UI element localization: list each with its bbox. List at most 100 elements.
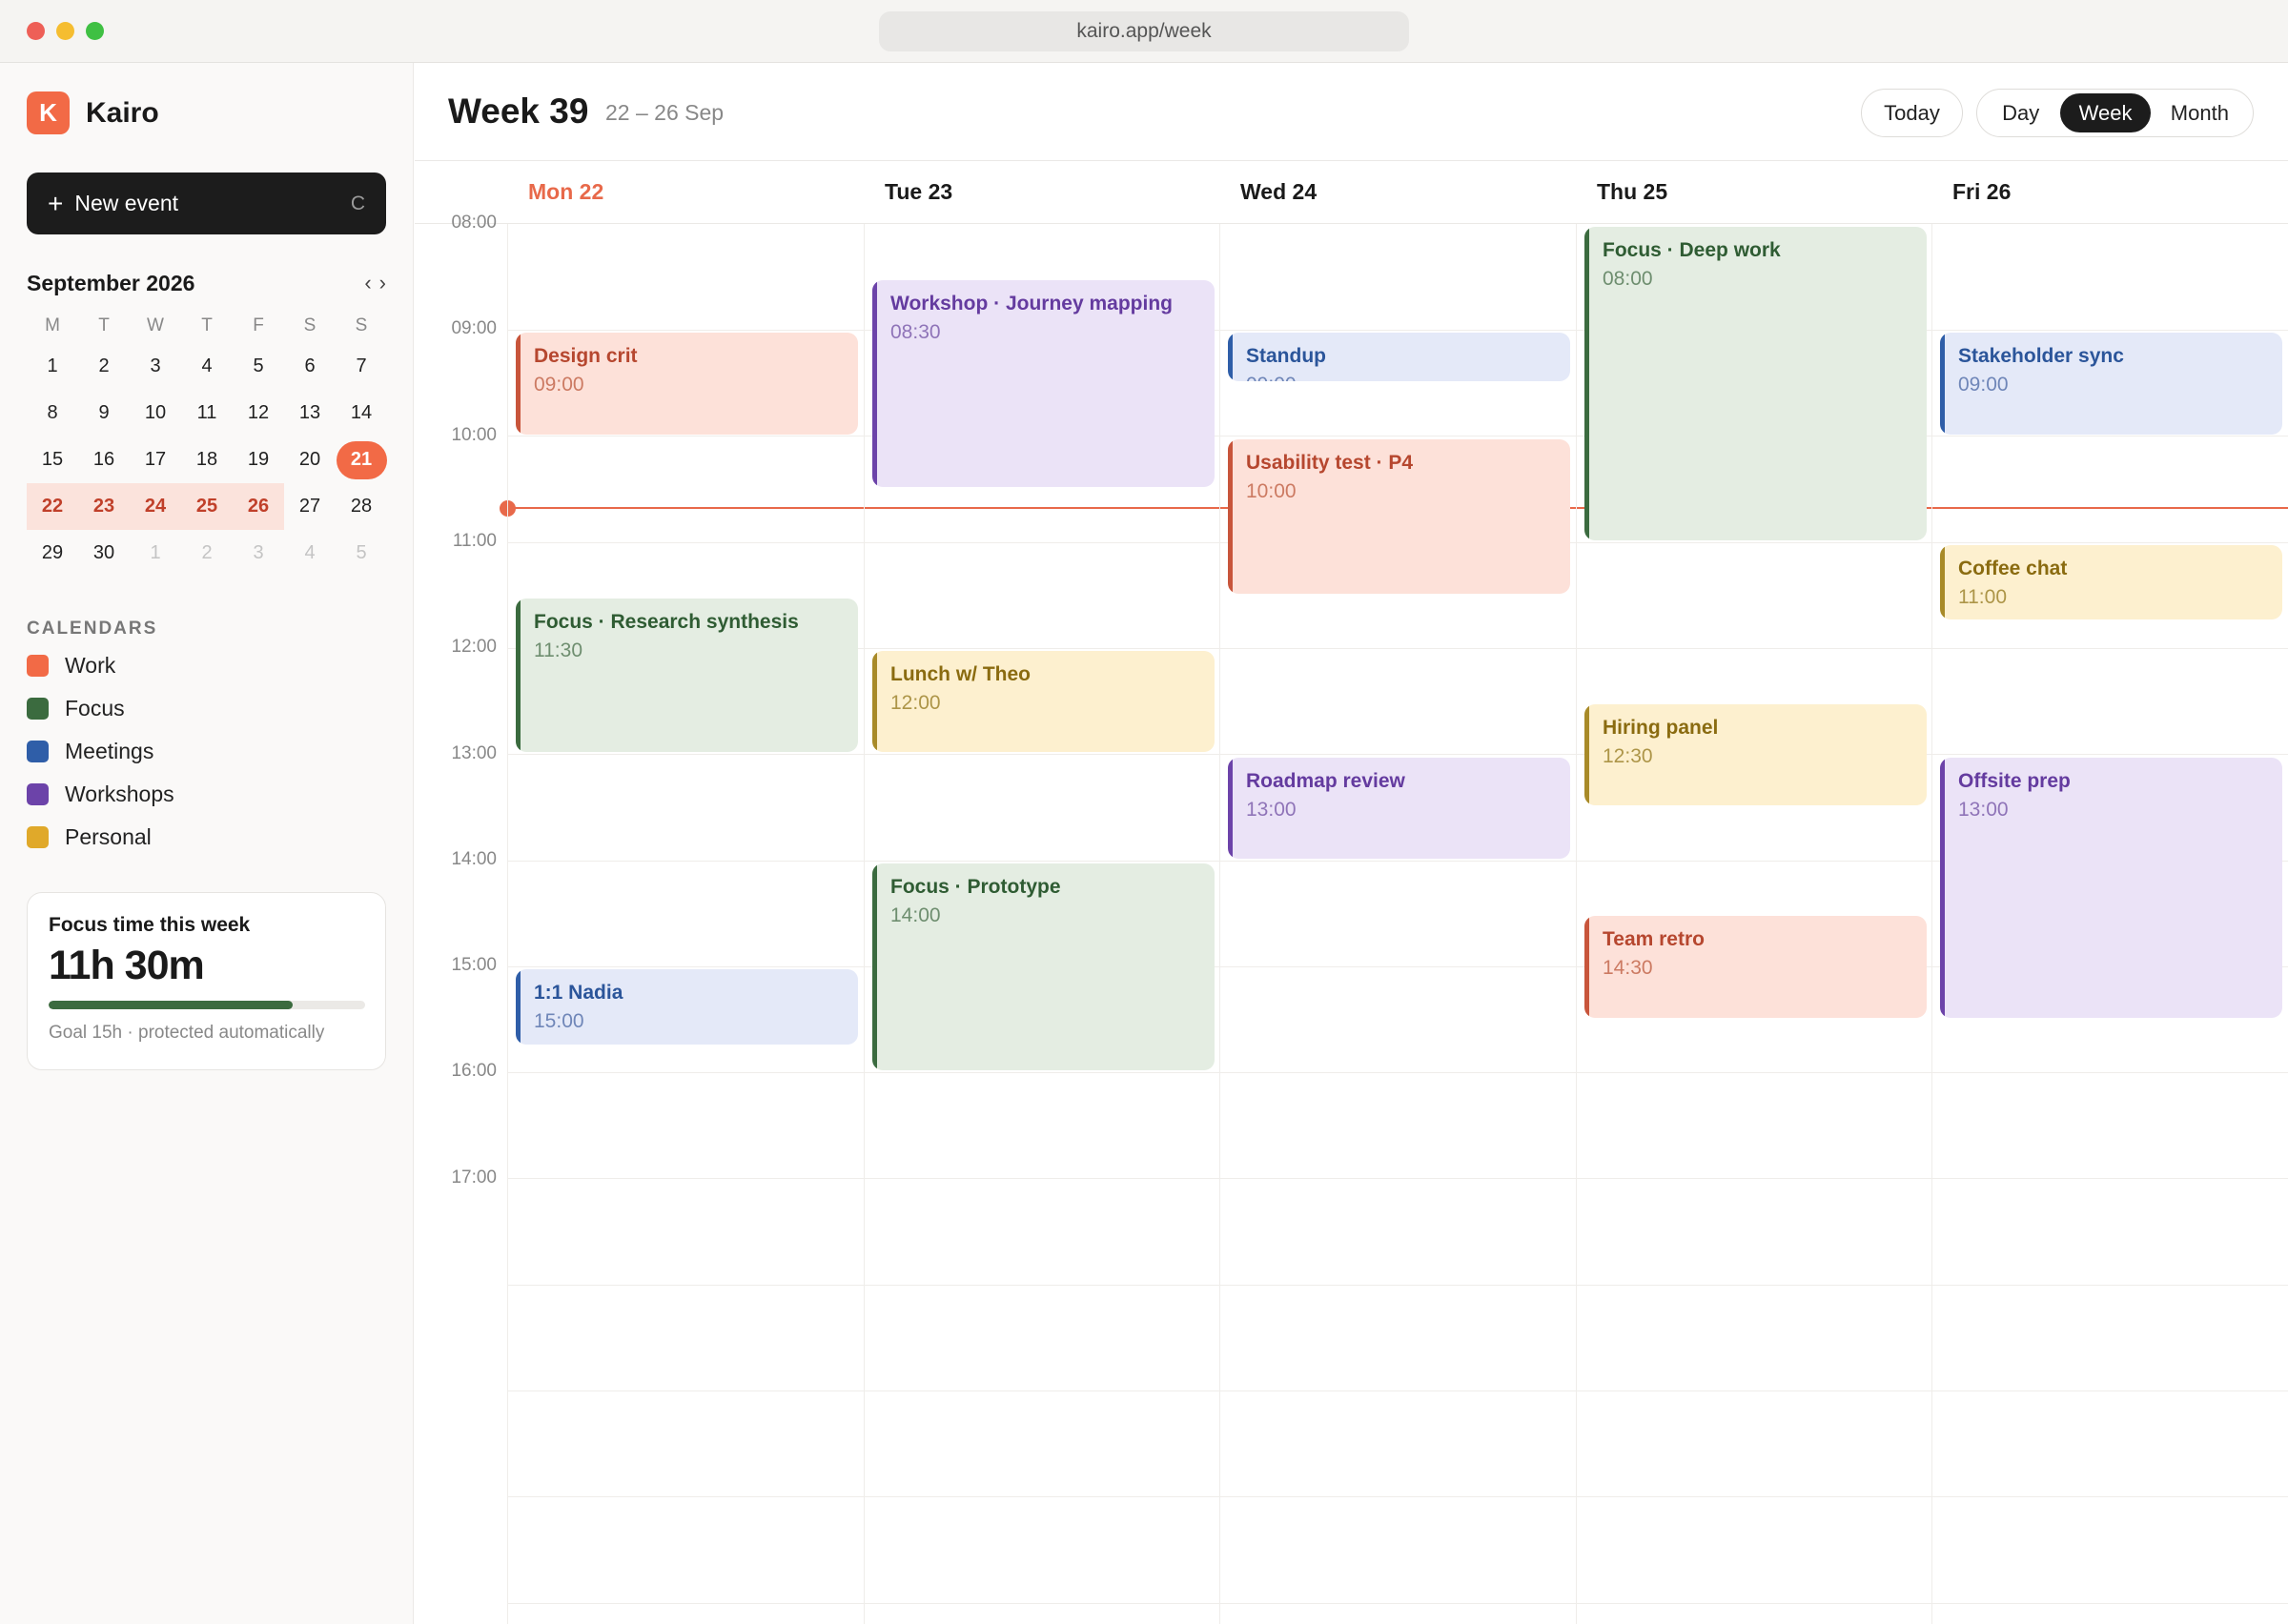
event-card[interactable]: Focus · Deep work 08:00 — [1584, 227, 1927, 540]
event-card[interactable]: Offsite prep 13:00 — [1940, 757, 2282, 1018]
hour-label: 16:00 — [451, 1061, 497, 1081]
event-card[interactable]: Lunch w/ Theo 12:00 — [872, 651, 1215, 753]
hour-label: 10:00 — [451, 425, 497, 445]
brand: K Kairo — [27, 91, 159, 134]
view-month-button[interactable]: Month — [2151, 93, 2249, 132]
mini-calendar-day[interactable]: 11 — [181, 390, 233, 436]
event-card[interactable]: Roadmap review 13:00 — [1228, 757, 1570, 859]
new-event-button[interactable]: + New event C — [27, 173, 386, 234]
calendar-item-workshops[interactable]: Workshops — [27, 773, 386, 816]
day-header-wed[interactable]: Wed 24 — [1240, 161, 1317, 223]
weekday-label: T — [98, 315, 110, 335]
mini-calendar-day[interactable]: 29 — [27, 530, 78, 577]
event-card[interactable]: Workshop · Journey mapping 08:30 — [872, 279, 1215, 488]
mini-calendar-day[interactable]: 15 — [27, 436, 78, 483]
mini-calendar-day[interactable]: 25 — [181, 483, 233, 530]
mini-calendar-day[interactable]: 1 — [27, 343, 78, 390]
mini-calendar-today[interactable]: 21 — [336, 436, 387, 483]
mini-calendar-day[interactable]: 27 — [284, 483, 336, 530]
mini-calendar-day[interactable]: 18 — [181, 436, 233, 483]
mini-calendar-day[interactable]: 28 — [336, 483, 387, 530]
mini-calendar-day[interactable]: 2 — [181, 530, 233, 577]
event-card[interactable]: Standup 09:00 — [1228, 333, 1570, 381]
event-title: Hiring panel — [1603, 716, 1719, 739]
mini-calendar: September 2026 ‹ › M T W T F S S 1 2 3 4 5 6 7 8 9 10 11 1… — [27, 269, 387, 577]
mini-calendar-day[interactable]: 13 — [284, 390, 336, 436]
minimize-window-button[interactable] — [56, 22, 74, 40]
event-title: Stakeholder sync — [1958, 345, 2124, 368]
mini-calendar-day[interactable]: 9 — [78, 390, 130, 436]
day-header-thu[interactable]: Thu 25 — [1597, 161, 1667, 223]
mini-calendar-day[interactable]: 14 — [336, 390, 387, 436]
calendar-item-personal[interactable]: Personal — [27, 816, 386, 859]
chevron-right-icon[interactable]: › — [379, 271, 386, 295]
mini-calendar-day[interactable]: 24 — [130, 483, 181, 530]
maximize-window-button[interactable] — [86, 22, 104, 40]
mini-calendar-day[interactable]: 1 — [130, 530, 181, 577]
calendars-heading: CALENDARS — [27, 619, 158, 639]
calendar-item-focus[interactable]: Focus — [27, 687, 386, 730]
mini-calendar-day[interactable]: 22 — [27, 483, 78, 530]
hour-gridline — [507, 1603, 2288, 1604]
app-name: Kairo — [86, 96, 159, 129]
view-day-button[interactable]: Day — [1981, 93, 2060, 132]
chevron-left-icon[interactable]: ‹ — [364, 271, 371, 295]
event-card[interactable]: Usability test · P4 10:00 — [1228, 438, 1570, 594]
mini-calendar-day[interactable]: 12 — [233, 390, 284, 436]
calendar-main: Week 39 22 – 26 Sep Today Day Week Month… — [415, 63, 2288, 1624]
mini-calendar-day[interactable]: 23 — [78, 483, 130, 530]
view-week-button[interactable]: Week — [2060, 93, 2151, 132]
event-card[interactable]: Team retro 14:30 — [1584, 916, 1927, 1018]
weekday-label: S — [355, 315, 368, 335]
mini-calendar-day[interactable]: 7 — [336, 343, 387, 390]
calendar-item-meetings[interactable]: Meetings — [27, 730, 386, 773]
focus-progress-bar — [49, 1001, 365, 1009]
calendar-label: Focus — [65, 696, 125, 721]
mini-calendar-day[interactable]: 5 — [336, 530, 387, 577]
event-time: 12:00 — [890, 692, 941, 715]
calendar-color-swatch — [27, 783, 49, 805]
calendar-color-swatch — [27, 698, 49, 720]
mini-calendar-day[interactable]: 30 — [78, 530, 130, 577]
event-title: Offsite prep — [1958, 769, 2071, 792]
event-card[interactable]: Design crit 09:00 — [516, 333, 858, 435]
mini-calendar-day[interactable]: 6 — [284, 343, 336, 390]
mini-calendar-day[interactable]: 10 — [130, 390, 181, 436]
mini-calendar-day[interactable]: 8 — [27, 390, 78, 436]
hour-label: 12:00 — [451, 637, 497, 657]
url-bar[interactable]: kairo.app/week — [879, 11, 1409, 51]
mini-calendar-day[interactable]: 26 — [233, 483, 284, 530]
new-event-label: New event — [74, 191, 179, 215]
day-header-fri[interactable]: Fri 26 — [1952, 161, 2011, 223]
today-button[interactable]: Today — [1861, 89, 1963, 137]
event-card[interactable]: Focus · Prototype 14:00 — [872, 863, 1215, 1071]
event-time: 15:00 — [534, 1010, 584, 1033]
mini-calendar-day[interactable]: 5 — [233, 343, 284, 390]
event-card[interactable]: Hiring panel 12:30 — [1584, 703, 1927, 806]
event-card[interactable]: Focus · Research synthesis 11:30 — [516, 598, 858, 753]
mini-calendar-day[interactable]: 3 — [130, 343, 181, 390]
mini-calendar-day[interactable]: 3 — [233, 530, 284, 577]
focus-time-card: Focus time this week 11h 30m Goal 15h · … — [27, 892, 386, 1070]
mini-calendar-day[interactable]: 16 — [78, 436, 130, 483]
mini-calendar-day[interactable]: 19 — [233, 436, 284, 483]
event-card[interactable]: 1:1 Nadia 15:00 — [516, 969, 858, 1045]
app-logo: K — [27, 91, 70, 134]
event-card[interactable]: Coffee chat 11:00 — [1940, 544, 2282, 620]
mini-calendar-day[interactable]: 4 — [284, 530, 336, 577]
mini-calendar-day[interactable]: 4 — [181, 343, 233, 390]
close-window-button[interactable] — [27, 22, 45, 40]
day-header-mon[interactable]: Mon 22 — [528, 161, 603, 223]
weekday-label: F — [253, 315, 264, 335]
calendar-color-swatch — [27, 655, 49, 677]
day-column-divider — [1219, 224, 1220, 1624]
event-time: 13:00 — [1246, 798, 1297, 821]
day-header-tue[interactable]: Tue 23 — [885, 161, 952, 223]
mini-calendar-day[interactable]: 2 — [78, 343, 130, 390]
event-card[interactable]: Stakeholder sync 09:00 — [1940, 333, 2282, 435]
focus-time-note: Goal 15h · protected automatically — [49, 1023, 325, 1043]
calendar-item-work[interactable]: Work — [27, 644, 386, 687]
hour-label: 15:00 — [451, 955, 497, 975]
mini-calendar-day[interactable]: 20 — [284, 436, 336, 483]
mini-calendar-day[interactable]: 17 — [130, 436, 181, 483]
